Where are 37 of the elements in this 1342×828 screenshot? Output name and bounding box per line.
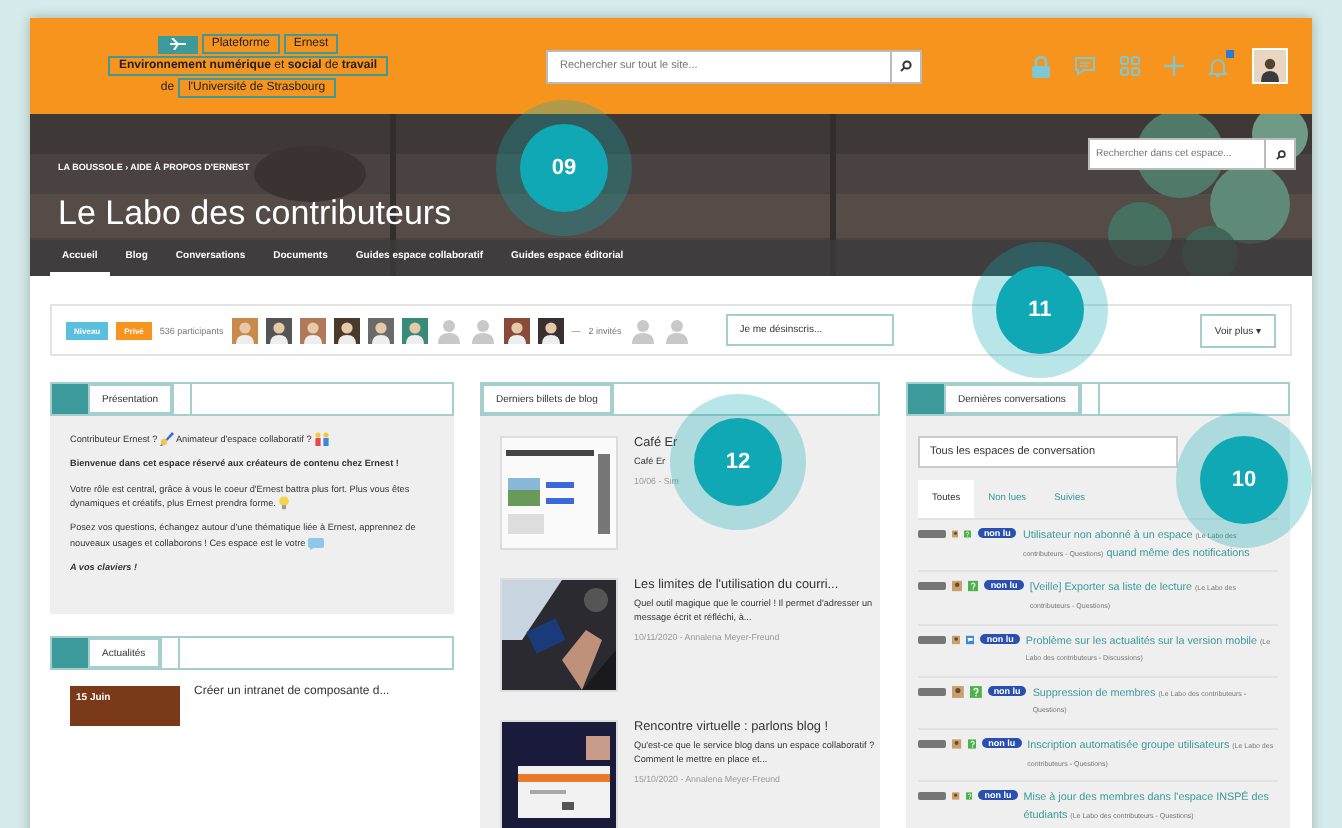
date-tag xyxy=(918,792,946,801)
user-icon xyxy=(952,790,960,803)
user-icon xyxy=(952,685,964,698)
search-icon xyxy=(1275,149,1285,159)
avatar[interactable] xyxy=(503,317,530,343)
date-tag xyxy=(918,740,946,749)
search-button[interactable] xyxy=(890,49,922,83)
question-icon xyxy=(964,528,972,540)
avatar[interactable] xyxy=(367,317,394,343)
question-icon xyxy=(967,738,977,751)
question-icon xyxy=(965,790,973,803)
discussion-icon xyxy=(966,633,975,646)
user-icon xyxy=(952,633,961,646)
header-marker xyxy=(52,638,88,669)
speech-bubble-icon xyxy=(308,537,325,549)
question-icon xyxy=(968,580,979,593)
date-tag xyxy=(918,582,946,591)
avatar[interactable] xyxy=(333,317,360,343)
date-tag xyxy=(918,635,946,644)
header-marker xyxy=(908,384,944,414)
search-button[interactable] xyxy=(1264,138,1296,170)
space-title: Le Labo des contributeurs xyxy=(58,194,454,234)
date-tag xyxy=(918,687,946,696)
lightbulb-icon xyxy=(278,496,291,511)
logo-icon xyxy=(169,38,186,50)
date-tag xyxy=(918,530,946,538)
avatar[interactable] xyxy=(265,317,292,343)
user-icon xyxy=(952,528,959,540)
question-icon xyxy=(969,685,982,698)
user-icon xyxy=(952,738,962,751)
people-icon xyxy=(314,432,331,447)
header-marker xyxy=(52,384,88,414)
writing-hand-icon xyxy=(159,432,174,447)
user-icon xyxy=(952,580,963,593)
avatar[interactable] xyxy=(537,317,564,343)
search-icon xyxy=(900,60,912,72)
user-avatar[interactable] xyxy=(1252,48,1288,84)
